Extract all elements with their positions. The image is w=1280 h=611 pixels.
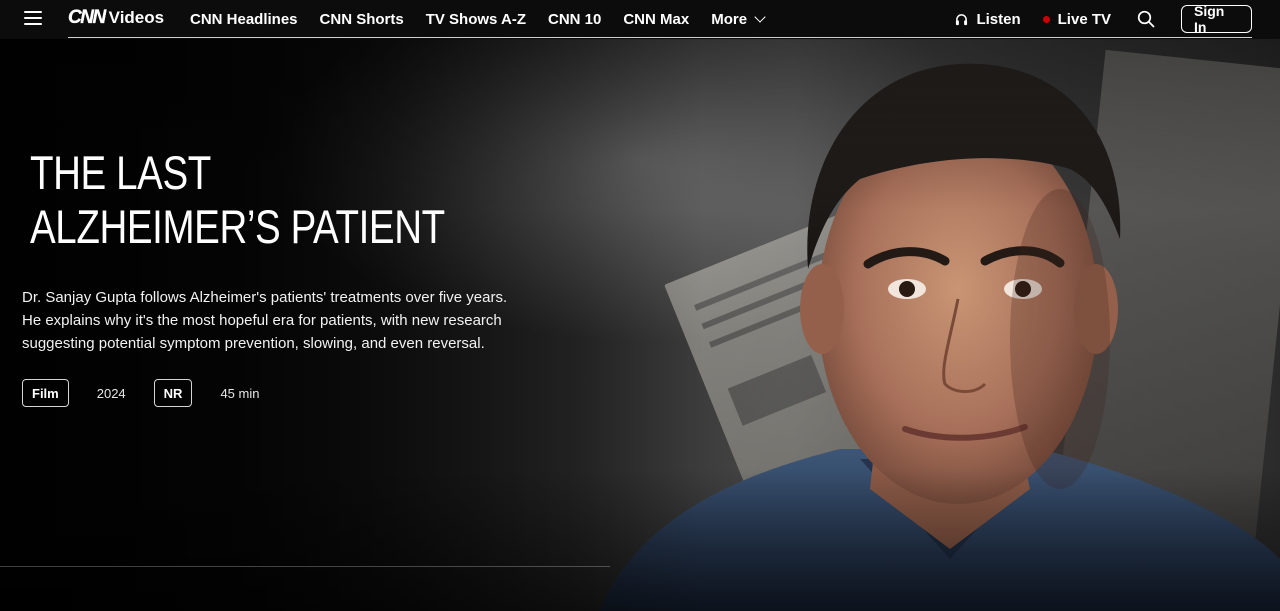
nav-right-actions: Listen Live TV Sign In xyxy=(955,0,1252,38)
nav-more-label: More xyxy=(711,10,748,28)
nav-link-cnn-max[interactable]: CNN Max xyxy=(623,11,689,28)
duration: 45 min xyxy=(220,385,260,401)
live-dot-icon xyxy=(1042,15,1050,23)
hero-content: The Last Alzheimer’s Patient Dr. Sanjay … xyxy=(22,146,542,407)
nav-links: CNN Headlines CNN Shorts TV Shows A-Z CN… xyxy=(190,0,786,38)
headphones-icon xyxy=(956,13,968,25)
live-tv-button[interactable]: Live TV xyxy=(1042,10,1111,28)
hero-divider xyxy=(0,566,610,567)
live-tv-label: Live TV xyxy=(1057,10,1111,28)
nav-link-cnn-headlines[interactable]: CNN Headlines xyxy=(190,11,298,28)
hero-metadata: Film 2024 NR 45 min xyxy=(22,379,542,407)
release-year: 2024 xyxy=(96,385,126,401)
top-navigation: CNN Videos CNN Headlines CNN Shorts TV S… xyxy=(0,0,1280,38)
videos-logo-text: Videos xyxy=(108,8,165,27)
listen-label: Listen xyxy=(976,10,1021,28)
search-icon[interactable] xyxy=(1137,10,1155,28)
chevron-down-icon xyxy=(754,10,766,23)
hero-banner[interactable]: The Last Alzheimer’s Patient Dr. Sanjay … xyxy=(0,39,1280,611)
hero-title-line-2: Alzheimer’s Patient xyxy=(30,200,445,253)
sign-in-button[interactable]: Sign In xyxy=(1181,3,1252,35)
hero-title-line-1: The Last xyxy=(30,146,211,199)
nav-more-dropdown[interactable]: More xyxy=(711,10,766,28)
cnn-logo-mark: CNN xyxy=(68,7,106,28)
hamburger-menu-icon[interactable] xyxy=(24,10,42,26)
nav-link-cnn-10[interactable]: CNN 10 xyxy=(548,11,601,28)
rating-badge: NR xyxy=(153,379,193,407)
cnn-videos-logo[interactable]: CNN Videos xyxy=(68,7,165,28)
hero-description: Dr. Sanjay Gupta follows Alzheimer's pat… xyxy=(22,289,508,352)
nav-underline xyxy=(68,37,1252,38)
listen-button[interactable]: Listen xyxy=(955,10,1021,28)
hero-title[interactable]: The Last Alzheimer’s Patient xyxy=(30,146,489,254)
type-badge: Film xyxy=(22,379,69,407)
nav-link-tv-shows-a-z[interactable]: TV Shows A-Z xyxy=(426,11,526,28)
nav-link-cnn-shorts[interactable]: CNN Shorts xyxy=(320,11,404,28)
